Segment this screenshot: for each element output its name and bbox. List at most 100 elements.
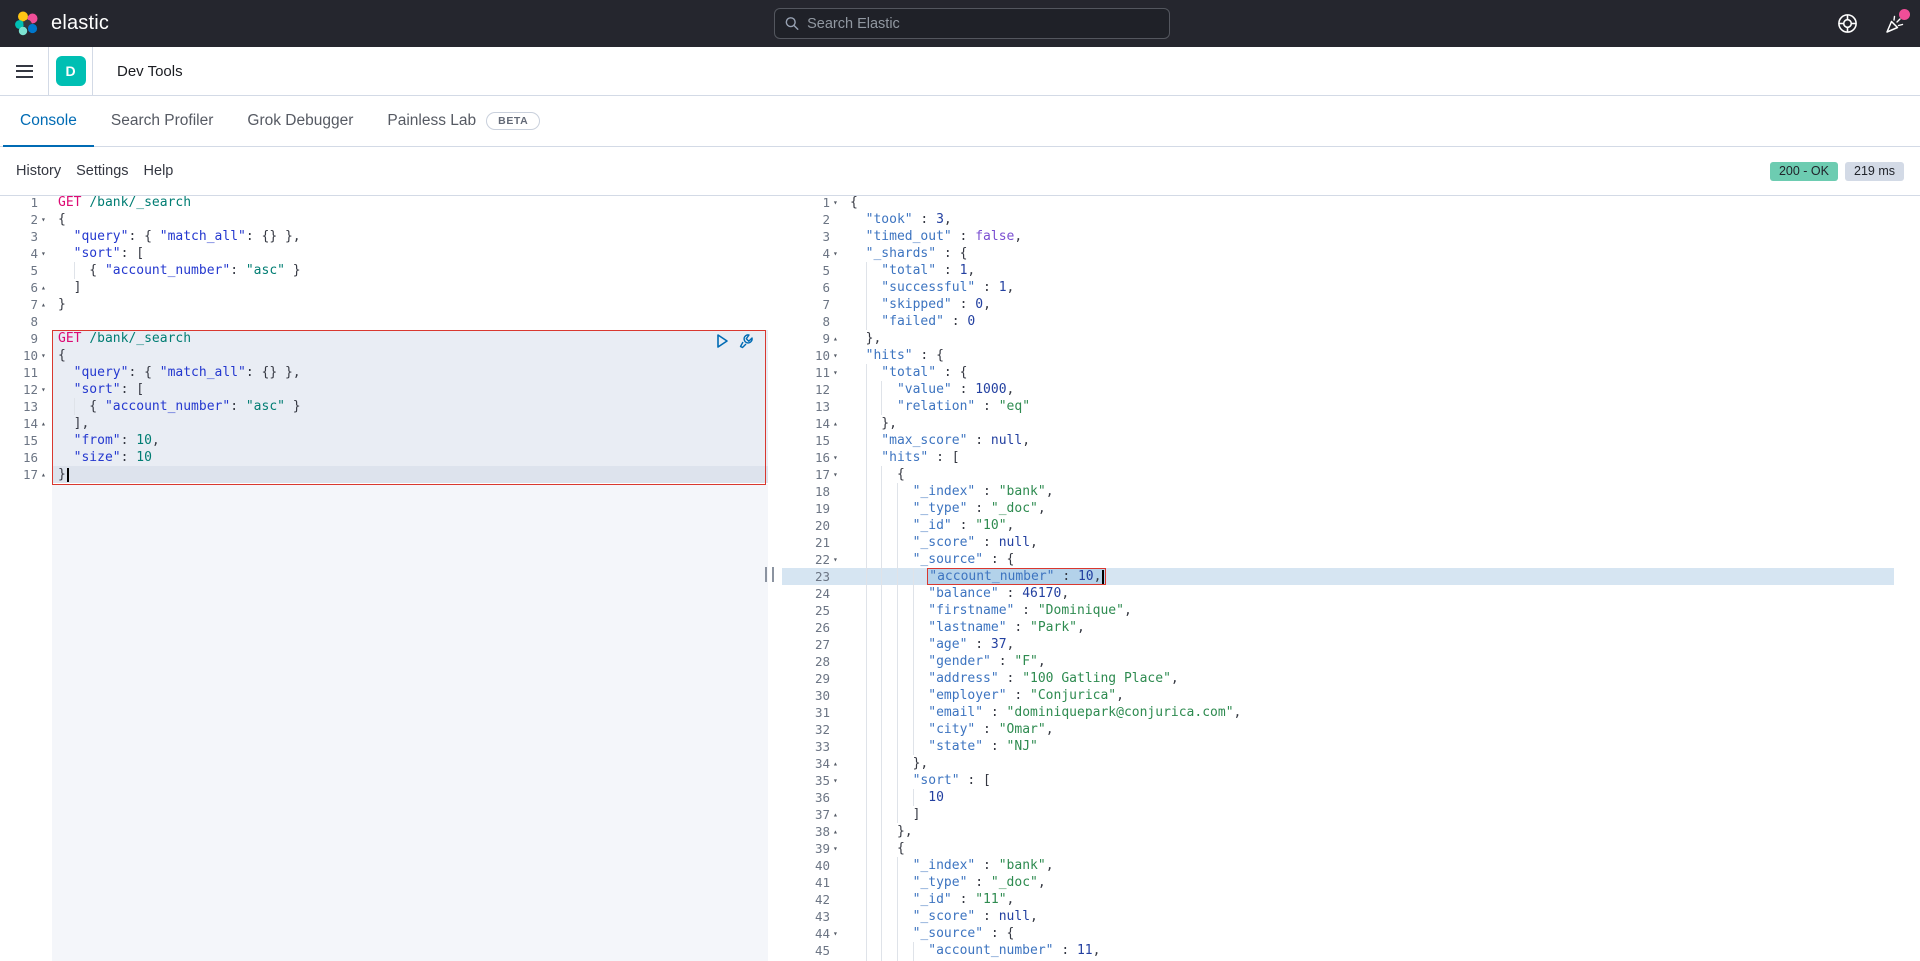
editor-line[interactable]: 14▴],: [0, 415, 768, 432]
fold-toggle-icon[interactable]: ▾: [41, 381, 52, 398]
fold-toggle-icon[interactable]: ▾: [833, 347, 844, 364]
fold-toggle-icon[interactable]: ▾: [833, 364, 844, 381]
fold-toggle-icon[interactable]: ▴: [41, 415, 52, 432]
tab-console[interactable]: Console: [3, 96, 94, 146]
fold-toggle-icon[interactable]: ▴: [833, 806, 844, 823]
editor-line[interactable]: 2▾{: [0, 211, 768, 228]
editor-line[interactable]: 15"from": 10,: [0, 432, 768, 449]
response-line[interactable]: 2"took" : 3,: [782, 211, 1894, 228]
response-line[interactable]: 20"_id" : "10",: [782, 517, 1894, 534]
response-line[interactable]: 26"lastname" : "Park",: [782, 619, 1894, 636]
response-line[interactable]: 42"_id" : "11",: [782, 891, 1894, 908]
response-line[interactable]: 1▾{: [782, 196, 1894, 211]
response-line[interactable]: 40"_index" : "bank",: [782, 857, 1894, 874]
tab-grok-debugger[interactable]: Grok Debugger: [230, 96, 370, 146]
fold-toggle-icon[interactable]: ▾: [833, 772, 844, 789]
help-icon[interactable]: [1836, 13, 1858, 35]
response-line[interactable]: 14▴},: [782, 415, 1894, 432]
fold-toggle-icon[interactable]: ▾: [41, 245, 52, 262]
send-request-icon[interactable]: [714, 333, 730, 349]
response-line[interactable]: 15"max_score" : null,: [782, 432, 1894, 449]
response-line[interactable]: 18"_index" : "bank",: [782, 483, 1894, 500]
editor-line[interactable]: 17▴}: [0, 466, 768, 483]
editor-line[interactable]: 9GET /bank/_search: [0, 330, 768, 347]
fold-toggle-icon[interactable]: ▴: [833, 330, 844, 347]
response-line[interactable]: 31"email" : "dominiquepark@conjurica.com…: [782, 704, 1894, 721]
menu-button[interactable]: [0, 47, 48, 95]
breadcrumb[interactable]: Dev Tools: [117, 63, 183, 80]
response-line[interactable]: 13"relation" : "eq": [782, 398, 1894, 415]
editor-line[interactable]: 3"query": { "match_all": {} },: [0, 228, 768, 245]
response-line[interactable]: 25"firstname" : "Dominique",: [782, 602, 1894, 619]
response-line[interactable]: 3"timed_out" : false,: [782, 228, 1894, 245]
response-line[interactable]: 12"value" : 1000,: [782, 381, 1894, 398]
fold-toggle-icon[interactable]: ▴: [41, 466, 52, 483]
response-line[interactable]: 21"_score" : null,: [782, 534, 1894, 551]
response-line[interactable]: 27"age" : 37,: [782, 636, 1894, 653]
response-line[interactable]: 45"account_number" : 11,: [782, 942, 1894, 959]
response-line[interactable]: 39▾{: [782, 840, 1894, 857]
response-line[interactable]: 32"city" : "Omar",: [782, 721, 1894, 738]
response-line[interactable]: 33"state" : "NJ": [782, 738, 1894, 755]
response-line[interactable]: 3610: [782, 789, 1894, 806]
editor-line[interactable]: 5{ "account_number": "asc" }: [0, 262, 768, 279]
toolbar-link-history[interactable]: History: [16, 163, 61, 179]
fold-toggle-icon[interactable]: ▾: [833, 245, 844, 262]
editor-line[interactable]: 1GET /bank/_search: [0, 196, 768, 211]
space-selector-button[interactable]: D: [48, 47, 93, 95]
response-line[interactable]: 9▴},: [782, 330, 1894, 347]
response-line[interactable]: 44▾"_source" : {: [782, 925, 1894, 942]
global-search[interactable]: [774, 8, 1170, 39]
elastic-logo[interactable]: elastic: [0, 10, 109, 37]
tab-painless-lab[interactable]: Painless LabBETA: [370, 96, 557, 146]
response-line[interactable]: 23"account_number" : 10,: [782, 568, 1894, 585]
editor-line[interactable]: 16"size": 10: [0, 449, 768, 466]
wrench-icon[interactable]: [738, 333, 754, 349]
fold-toggle-icon[interactable]: ▾: [833, 925, 844, 942]
fold-toggle-icon[interactable]: ▾: [833, 840, 844, 857]
toolbar-link-help[interactable]: Help: [144, 163, 174, 179]
response-line[interactable]: 8"failed" : 0: [782, 313, 1894, 330]
response-line[interactable]: 43"_score" : null,: [782, 908, 1894, 925]
fold-toggle-icon[interactable]: ▾: [41, 211, 52, 228]
response-line[interactable]: 28"gender" : "F",: [782, 653, 1894, 670]
fold-toggle-icon[interactable]: ▾: [833, 449, 844, 466]
response-line[interactable]: 17▾{: [782, 466, 1894, 483]
panel-resize-handle[interactable]: [765, 567, 774, 582]
tab-search-profiler[interactable]: Search Profiler: [94, 96, 231, 146]
editor-line[interactable]: 4▾"sort": [: [0, 245, 768, 262]
fold-toggle-icon[interactable]: ▾: [833, 196, 844, 211]
search-input[interactable]: [807, 16, 1159, 32]
editor-line[interactable]: 6▴]: [0, 279, 768, 296]
editor-line[interactable]: 10▾{: [0, 347, 768, 364]
response-viewer[interactable]: 1▾{2"took" : 3,3"timed_out" : false,4▾"_…: [782, 196, 1894, 961]
editor-line[interactable]: 12▾"sort": [: [0, 381, 768, 398]
response-line[interactable]: 11▾"total" : {: [782, 364, 1894, 381]
fold-toggle-icon[interactable]: ▾: [833, 466, 844, 483]
response-line[interactable]: 24"balance" : 46170,: [782, 585, 1894, 602]
editor-line[interactable]: 11"query": { "match_all": {} },: [0, 364, 768, 381]
fold-toggle-icon[interactable]: ▴: [41, 296, 52, 313]
response-line[interactable]: 19"_type" : "_doc",: [782, 500, 1894, 517]
response-line[interactable]: 10▾"hits" : {: [782, 347, 1894, 364]
fold-toggle-icon[interactable]: ▾: [41, 347, 52, 364]
fold-toggle-icon[interactable]: ▴: [41, 279, 52, 296]
editor-line[interactable]: 13{ "account_number": "asc" }: [0, 398, 768, 415]
toolbar-link-settings[interactable]: Settings: [76, 163, 128, 179]
response-line[interactable]: 29"address" : "100 Gatling Place",: [782, 670, 1894, 687]
response-line[interactable]: 5"total" : 1,: [782, 262, 1894, 279]
response-line[interactable]: 41"_type" : "_doc",: [782, 874, 1894, 891]
request-editor[interactable]: 1GET /bank/_search2▾{3"query": { "match_…: [0, 196, 768, 961]
response-line[interactable]: 7"skipped" : 0,: [782, 296, 1894, 313]
fold-toggle-icon[interactable]: ▾: [833, 551, 844, 568]
response-line[interactable]: 34▴},: [782, 755, 1894, 772]
editor-line[interactable]: 8: [0, 313, 768, 330]
response-line[interactable]: 4▾"_shards" : {: [782, 245, 1894, 262]
fold-toggle-icon[interactable]: ▴: [833, 755, 844, 772]
fold-toggle-icon[interactable]: ▴: [833, 415, 844, 432]
response-line[interactable]: 30"employer" : "Conjurica",: [782, 687, 1894, 704]
response-line[interactable]: 38▴},: [782, 823, 1894, 840]
response-line[interactable]: 6"successful" : 1,: [782, 279, 1894, 296]
response-line[interactable]: 35▾"sort" : [: [782, 772, 1894, 789]
response-line[interactable]: 16▾"hits" : [: [782, 449, 1894, 466]
